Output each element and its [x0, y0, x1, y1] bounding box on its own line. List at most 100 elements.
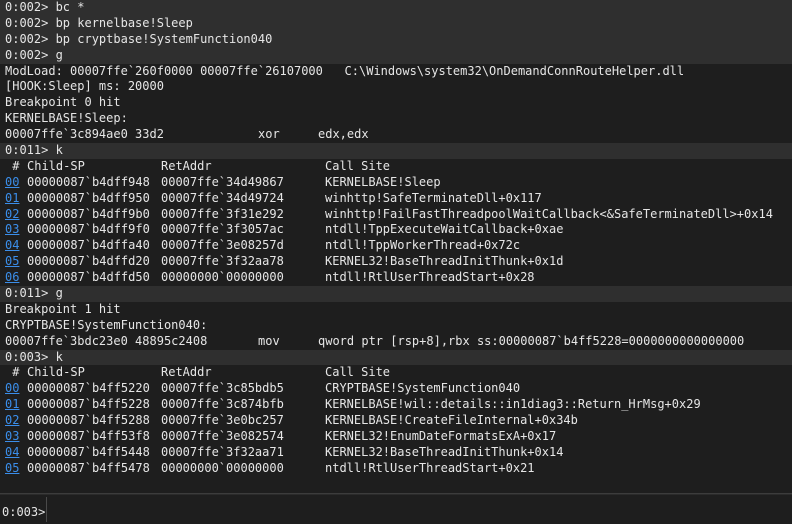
command-prompt: 0:003>: [2, 505, 46, 519]
frame-number-link[interactable]: 01: [5, 191, 19, 207]
stack-header-row: # Child-SP RetAddr Call Site: [0, 159, 792, 175]
disassembly-line: 00007ffe`3c894ae0 33d2 xor edx,edx: [0, 127, 792, 143]
disasm-mnemonic: mov: [258, 333, 280, 348]
command-echo-line: 0:011> k: [0, 143, 792, 159]
ret-addr: 00007ffe`3e0bc257: [161, 413, 284, 428]
disasm-operands: qword ptr [rsp+8],rbx ss:00000087`b4ff52…: [318, 333, 745, 348]
ret-addr: 00007ffe`3f32aa71: [161, 444, 284, 459]
command-bar: 0:003>: [0, 494, 792, 524]
ret-addr: 00007ffe`34d49724: [161, 190, 284, 205]
call-site: ntdll!TppWorkerThread+0x72c: [325, 238, 521, 253]
call-site: ntdll!RtlUserThreadStart+0x28: [325, 270, 535, 285]
command-input[interactable]: [50, 499, 786, 519]
disasm-mnemonic: xor: [258, 127, 280, 142]
child-sp: 00000087`b4dffd50: [27, 270, 150, 285]
command-echo-line: 0:003> k: [0, 349, 792, 366]
frame-number-link[interactable]: 03: [5, 222, 19, 238]
child-sp: 00000087`b4dff9f0: [27, 222, 150, 237]
disasm-operands: edx,edx: [318, 127, 369, 142]
child-sp: 00000087`b4dffd20: [27, 254, 150, 269]
frame-number-link[interactable]: 01: [5, 397, 19, 413]
call-site: KERNELBASE!wil::details::in1diag3::Retur…: [325, 397, 701, 412]
header-frame-number: #: [5, 365, 20, 380]
command-echo-line: 0:002> bc *: [0, 0, 792, 16]
stack-frame-row: 00 00000087`b4ff5220 00007ffe`3c85bdb5 CRYP…: [0, 381, 792, 397]
stack-frame-row: 04 00000087`b4ff5448 00007ffe`3f32aa71 KERN…: [0, 445, 792, 461]
frame-number-link[interactable]: 00: [5, 381, 19, 397]
stack-frame-row: 00 00000087`b4dff948 00007ffe`34d49867 KERN…: [0, 175, 792, 191]
breakpoint-hit-line: Breakpoint 1 hit: [5, 301, 121, 316]
modload-line: ModLoad: 00007ffe`260f0000 00007ffe`2610…: [5, 63, 685, 78]
call-site: KERNELBASE!Sleep: [325, 174, 441, 189]
ret-addr: 00007ffe`3f32aa78: [161, 254, 284, 269]
command-echo-line: 0:002> g: [0, 47, 792, 64]
frame-number-link[interactable]: 05: [5, 254, 19, 270]
child-sp: 00000087`b4dff948: [27, 174, 150, 189]
ret-addr: 00007ffe`3f3057ac: [161, 222, 284, 237]
call-site: winhttp!FailFastThreadpoolWaitCallback<&…: [325, 206, 773, 221]
header-ret-addr: RetAddr: [161, 158, 212, 173]
stack-frame-row: 01 00000087`b4dff950 00007ffe`34d49724 winh…: [0, 191, 792, 207]
frame-number-link[interactable]: 06: [5, 270, 19, 286]
frame-number-link[interactable]: 02: [5, 207, 19, 223]
command-echo-line: 0:011> g: [0, 286, 792, 302]
stack-frame-row: 05 00000087`b4dffd20 00007ffe`3f32aa78 KERN…: [0, 254, 792, 270]
call-site: CRYPTBASE!SystemFunction040: [325, 381, 521, 396]
disasm-address: 00007ffe`3c894ae0 33d2: [5, 127, 164, 142]
call-site: KERNEL32!BaseThreadInitThunk+0x1d: [325, 254, 564, 269]
call-site: KERNEL32!EnumDateFormatsExA+0x17: [325, 429, 557, 444]
command-echo-line: 0:002> bp kernelbase!Sleep: [0, 15, 792, 32]
call-site: winhttp!SafeTerminateDll+0x117: [325, 190, 542, 205]
ret-addr: 00007ffe`3c85bdb5: [161, 381, 284, 396]
stack-frame-row: 01 00000087`b4ff5228 00007ffe`3c874bfb KERN…: [0, 397, 792, 413]
child-sp: 00000087`b4ff5220: [27, 381, 150, 396]
frame-number-link[interactable]: 00: [5, 175, 19, 191]
stack-frame-row: 03 00000087`b4ff53f8 00007ffe`3e082574 KERN…: [0, 429, 792, 445]
breakpoint-hit-line: Breakpoint 0 hit: [5, 95, 121, 110]
disassembly-line: 00007ffe`3bdc23e0 48895c2408 mov qword p…: [0, 334, 792, 350]
stack-frame-row: 03 00000087`b4dff9f0 00007ffe`3f3057ac ntdl…: [0, 222, 792, 238]
header-child-sp: Child-SP: [27, 158, 85, 173]
ret-addr: 00007ffe`34d49867: [161, 174, 284, 189]
call-site: ntdll!TppExecuteWaitCallback+0xae: [325, 222, 564, 237]
stack-frame-row: 05 00000087`b4ff5478 00000000`00000000 ntdl…: [0, 461, 792, 477]
ret-addr: 00000000`00000000: [161, 460, 284, 475]
call-site: KERNELBASE!CreateFileInternal+0x34b: [325, 413, 578, 428]
header-ret-addr: RetAddr: [161, 365, 212, 380]
frame-number-link[interactable]: 04: [5, 238, 19, 254]
command-echo-line: 0:002> bp cryptbase!SystemFunction040: [0, 31, 792, 48]
ret-addr: 00007ffe`3f31e292: [161, 206, 284, 221]
child-sp: 00000087`b4ff5288: [27, 413, 150, 428]
child-sp: 00000087`b4ff5478: [27, 460, 150, 475]
frame-number-link[interactable]: 03: [5, 429, 19, 445]
header-call-site: Call Site: [325, 365, 391, 380]
stack-frame-row: 02 00000087`b4ff5288 00007ffe`3e0bc257 KERN…: [0, 413, 792, 429]
child-sp: 00000087`b4ff53f8: [27, 429, 150, 444]
symbol-line: CRYPTBASE!SystemFunction040:: [5, 317, 208, 332]
symbol-line: KERNELBASE!Sleep:: [5, 111, 128, 126]
call-site: KERNEL32!BaseThreadInitThunk+0x14: [325, 444, 564, 459]
child-sp: 00000087`b4dff9b0: [27, 206, 150, 221]
ret-addr: 00007ffe`3c874bfb: [161, 397, 284, 412]
ret-addr: 00007ffe`3e082574: [161, 429, 284, 444]
ret-addr: 00007ffe`3e08257d: [161, 238, 284, 253]
stack-frame-row: 02 00000087`b4dff9b0 00007ffe`3f31e292 winh…: [0, 207, 792, 223]
hook-log-line: [HOOK:Sleep] ms: 20000: [5, 79, 164, 94]
child-sp: 00000087`b4ff5228: [27, 397, 150, 412]
header-frame-number: #: [5, 158, 20, 173]
stack-frame-row: 06 00000087`b4dffd50 00000000`00000000 ntdl…: [0, 270, 792, 286]
child-sp: 00000087`b4dff950: [27, 190, 150, 205]
child-sp: 00000087`b4ff5448: [27, 444, 150, 459]
ret-addr: 00000000`00000000: [161, 270, 284, 285]
child-sp: 00000087`b4dffa40: [27, 238, 150, 253]
call-site: ntdll!RtlUserThreadStart+0x21: [325, 460, 535, 475]
frame-number-link[interactable]: 04: [5, 445, 19, 461]
debugger-output-pane[interactable]: 0:002> bc * 0:002> bp kernelbase!Sleep 0…: [0, 0, 792, 493]
frame-number-link[interactable]: 05: [5, 461, 19, 477]
stack-frame-row: 04 00000087`b4dffa40 00007ffe`3e08257d ntdl…: [0, 238, 792, 254]
disasm-address: 00007ffe`3bdc23e0 48895c2408: [5, 333, 208, 348]
header-call-site: Call Site: [325, 158, 391, 173]
prompt-separator: [46, 497, 47, 522]
stack-header-row: # Child-SP RetAddr Call Site: [0, 365, 792, 381]
frame-number-link[interactable]: 02: [5, 413, 19, 429]
